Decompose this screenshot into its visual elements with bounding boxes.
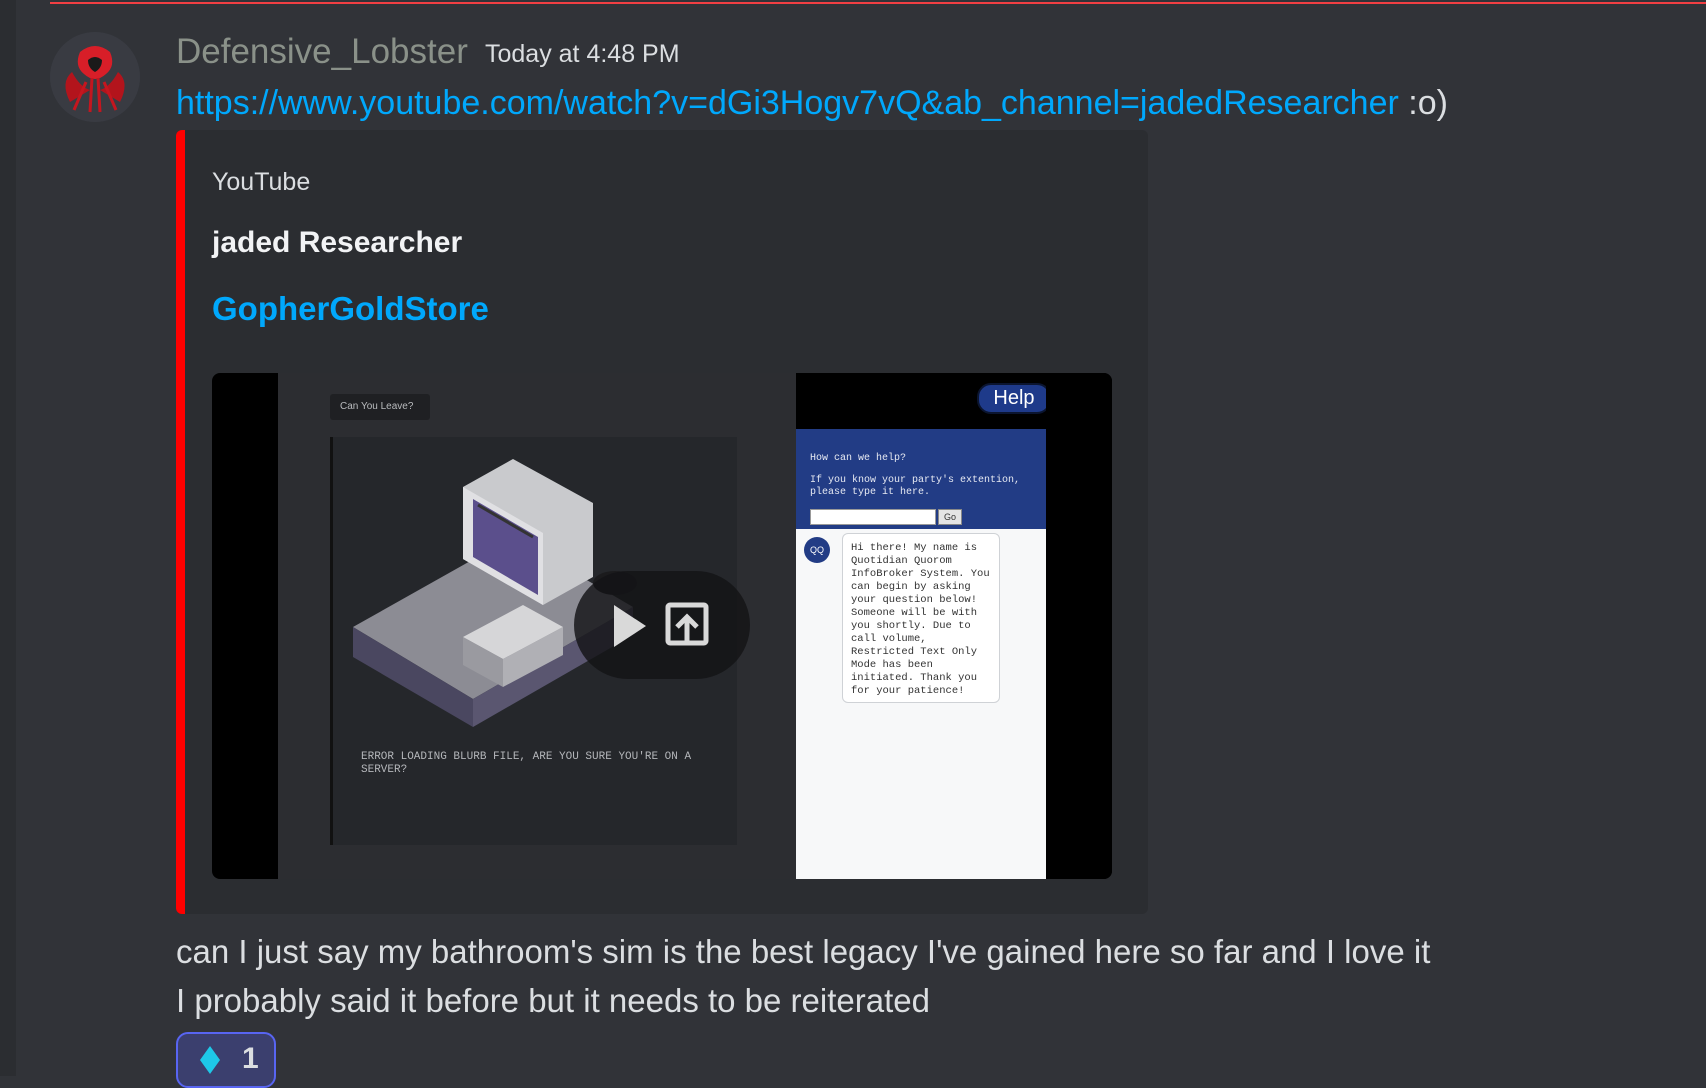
youtube-embed: YouTube jaded Researcher GopherGoldStore… bbox=[176, 130, 1148, 914]
game-error-text: ERROR LOADING BLURB FILE, ARE YOU SURE Y… bbox=[361, 751, 692, 776]
youtube-link[interactable]: https://www.youtube.com/watch?v=dGi3Hogv… bbox=[176, 84, 1399, 122]
message-body-line-1: can I just say my bathroom's sim is the … bbox=[176, 933, 1431, 970]
chat-question: How can we help? bbox=[810, 453, 907, 464]
avatar[interactable] bbox=[50, 32, 140, 122]
embed-title[interactable]: GopherGoldStore bbox=[212, 290, 489, 328]
play-controls-icon bbox=[614, 602, 709, 647]
chat-panel: How can we help? If you know your party'… bbox=[796, 429, 1046, 879]
message-first-line: https://www.youtube.com/watch?v=dGi3Hogv… bbox=[176, 84, 1448, 123]
timestamp: Today at 4:48 PM bbox=[485, 40, 680, 68]
chat-bubble: Hi there! My name is Quotidian Quorom In… bbox=[842, 533, 1000, 703]
reaction-count: 1 bbox=[242, 1042, 259, 1075]
embed-provider: YouTube bbox=[212, 168, 311, 196]
chat-bot-avatar: QQ bbox=[804, 537, 830, 563]
letterbox-right bbox=[1046, 373, 1112, 879]
play-icon bbox=[614, 605, 646, 647]
message-body-line-2: I probably said it before but it needs t… bbox=[176, 982, 930, 1019]
play-overlay[interactable] bbox=[574, 571, 750, 679]
new-messages-divider bbox=[50, 2, 1706, 4]
chat-extension-input bbox=[810, 509, 936, 525]
username[interactable]: Defensive_Lobster bbox=[176, 32, 468, 72]
chat-go-button: Go bbox=[938, 509, 962, 525]
embed-author[interactable]: jaded Researcher bbox=[212, 226, 462, 260]
game-dropdown: Can You Leave? bbox=[330, 394, 430, 420]
left-rail bbox=[0, 0, 16, 1076]
embed-accent-bar bbox=[176, 130, 185, 914]
lobster-avatar-icon bbox=[50, 32, 140, 122]
diamond-icon bbox=[200, 1046, 220, 1074]
message-emoticon: :o) bbox=[1408, 84, 1448, 122]
video-thumbnail[interactable]: Can You Leave? ERROR LOADING BLURB FILE,… bbox=[212, 373, 1112, 879]
reaction-button[interactable]: 1 bbox=[176, 1032, 276, 1088]
chat-header: How can we help? If you know your party'… bbox=[796, 429, 1046, 529]
open-external-icon bbox=[665, 602, 709, 646]
chat-instruction: If you know your party's extention, plea… bbox=[810, 475, 1021, 498]
help-button: Help bbox=[977, 383, 1051, 414]
